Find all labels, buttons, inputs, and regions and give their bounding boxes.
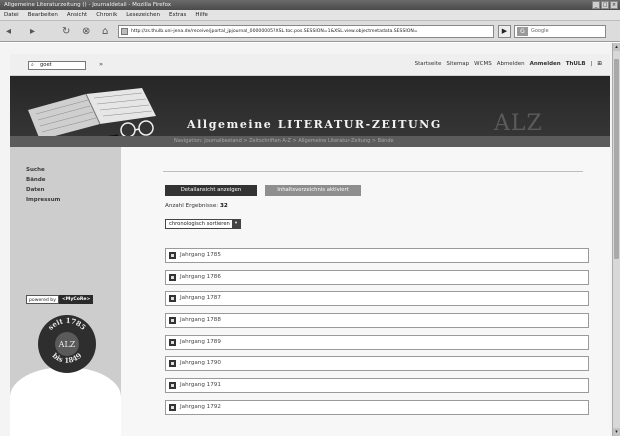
menu-item-chronik[interactable]: Chronik — [96, 10, 117, 20]
sidebar-item-daten[interactable]: Daten — [26, 187, 60, 193]
link-startseite[interactable]: Startseite — [415, 61, 442, 67]
detail-view-button[interactable]: Detailansicht anzeigen — [165, 185, 257, 196]
google-icon: G — [517, 27, 528, 36]
link-thulb[interactable]: ThULB — [566, 61, 586, 67]
sidebar-item-suche[interactable]: Suche — [26, 167, 60, 173]
result-count: Anzahl Ergebnisse: 32 — [165, 203, 228, 209]
top-links: Startseite Sitemap WCMS Abmelden Anmelde… — [415, 61, 602, 67]
link-abmelden[interactable]: Abmelden — [497, 61, 525, 67]
chevron-down-icon: ▾ — [232, 220, 240, 228]
top-links-separator: | — [590, 61, 593, 67]
list-item[interactable]: Jahrgang 1792 — [165, 399, 589, 415]
back-icon[interactable]: ◂ — [6, 25, 11, 38]
list-item[interactable]: Jahrgang 1789 — [165, 334, 589, 350]
sidebar-curve — [10, 367, 121, 436]
forward-icon[interactable]: ▸ — [30, 25, 35, 38]
list-item[interactable]: Jahrgang 1788 — [165, 313, 589, 329]
grid-icon[interactable]: ⊞ — [597, 61, 602, 67]
seal-center-text: ALZ — [58, 340, 76, 349]
sort-select[interactable]: chronologisch sortieren ▾ — [165, 219, 241, 229]
sidebar-item-impressum[interactable]: Impressum — [26, 197, 60, 203]
window-titlebar: Allgemeine Literaturzeitung () - Journal… — [0, 0, 620, 10]
link-anmelden[interactable]: Anmelden — [530, 61, 561, 67]
browser-search-input[interactable]: G Google — [514, 25, 606, 38]
menu-item-extras[interactable]: Extras — [169, 10, 186, 20]
volume-label: Jahrgang 1785 — [180, 252, 221, 258]
document-icon — [169, 382, 176, 390]
site-search-value: goet — [40, 62, 52, 68]
link-wcms[interactable]: WCMS — [474, 61, 492, 67]
powered-by-label: powered by — [26, 295, 59, 304]
scroll-up-arrow-icon[interactable]: ▴ — [613, 43, 620, 51]
navigation-toolbar: ◂ ▸ ↻ ⊗ ⌂ http://zs.thulb.uni-jena.de/re… — [0, 21, 620, 42]
window-title: Allgemeine Literaturzeitung () - Journal… — [4, 2, 172, 8]
site-search-button[interactable]: » — [99, 60, 103, 68]
document-icon — [169, 252, 176, 259]
page-scrollbar[interactable]: ▴ ▾ — [612, 43, 620, 436]
site-container: ⌕ goet » Startseite Sitemap WCMS Abmelde… — [10, 54, 610, 436]
minimize-button[interactable]: _ — [592, 1, 600, 9]
result-count-label: Anzahl Ergebnisse: — [165, 203, 219, 209]
maximize-button[interactable]: □ — [601, 1, 609, 9]
menu-item-lesezeichen[interactable]: Lesezeichen — [126, 10, 160, 20]
link-sitemap[interactable]: Sitemap — [446, 61, 469, 67]
list-item[interactable]: Jahrgang 1787 — [165, 291, 589, 307]
site-search-input[interactable]: ⌕ goet — [28, 61, 86, 70]
powered-by-mycore-badge[interactable]: powered by <MyCoRe> — [26, 295, 110, 304]
result-count-value: 32 — [219, 203, 228, 209]
site-favicon-icon — [121, 28, 128, 35]
list-item[interactable]: Jahrgang 1790 — [165, 356, 589, 372]
alz-seal-logo: seit 1785 bis 1849 ALZ — [38, 315, 96, 373]
reload-icon[interactable]: ↻ — [62, 25, 70, 38]
stop-icon[interactable]: ⊗ — [82, 25, 90, 38]
site-logo-abbrev: ALZ — [494, 111, 543, 136]
list-item[interactable]: Jahrgang 1791 — [165, 378, 589, 394]
scroll-down-arrow-icon[interactable]: ▾ — [613, 428, 620, 436]
page-viewport: ⌕ goet » Startseite Sitemap WCMS Abmelde… — [0, 43, 612, 436]
breadcrumb: Navigation: Journalbestand > Zeitschrift… — [10, 136, 610, 147]
search-icon: ⌕ — [31, 62, 34, 68]
list-item[interactable]: Jahrgang 1785 — [165, 248, 589, 263]
address-url: http://zs.thulb.uni-jena.de/receive/jpor… — [131, 29, 418, 34]
volume-label: Jahrgang 1789 — [180, 338, 221, 345]
address-bar[interactable]: http://zs.thulb.uni-jena.de/receive/jpor… — [118, 25, 494, 38]
document-icon — [169, 403, 176, 411]
home-icon[interactable]: ⌂ — [102, 25, 108, 38]
scrollbar-thumb[interactable] — [614, 59, 619, 259]
menu-item-hilfe[interactable]: Hilfe — [195, 10, 208, 20]
browser-search-placeholder: Google — [531, 28, 549, 34]
site-top-navigation: ⌕ goet » Startseite Sitemap WCMS Abmelde… — [10, 54, 610, 76]
mycore-label: <MyCoRe> — [58, 295, 94, 304]
content-divider — [163, 171, 583, 172]
volume-label: Jahrgang 1787 — [180, 295, 221, 302]
document-icon — [169, 295, 176, 303]
volume-label: Jahrgang 1788 — [180, 317, 221, 324]
volume-list: Jahrgang 1785 Jahrgang 1786 Jahrgang 178… — [165, 248, 589, 422]
go-button[interactable]: ▶ — [498, 25, 511, 38]
main-content: Detailansicht anzeigen Inhaltsverzeichni… — [121, 147, 610, 436]
volume-label: Jahrgang 1792 — [180, 403, 221, 410]
document-icon — [169, 338, 176, 346]
volume-label: Jahrgang 1790 — [180, 360, 221, 367]
document-icon — [169, 317, 176, 325]
site-title: Allgemeine LITERATUR-ZEITUNG — [187, 118, 442, 131]
menu-item-ansicht[interactable]: Ansicht — [67, 10, 87, 20]
toc-activated-button[interactable]: Inhaltsverzeichnis aktiviert — [265, 185, 361, 196]
document-icon — [169, 360, 176, 368]
volume-label: Jahrgang 1791 — [180, 382, 221, 389]
menu-item-datei[interactable]: Datei — [4, 10, 19, 20]
list-item[interactable]: Jahrgang 1786 — [165, 269, 589, 285]
sidebar-item-baende[interactable]: Bände — [26, 177, 60, 183]
window-controls: _ □ × — [592, 1, 618, 9]
sort-select-value: chronologisch sortieren — [169, 221, 230, 227]
document-icon — [169, 273, 176, 281]
sidebar-nav: Suche Bände Daten Impressum — [26, 167, 60, 203]
menu-item-bearbeiten[interactable]: Bearbeiten — [28, 10, 58, 20]
sidebar: Suche Bände Daten Impressum powered by <… — [10, 147, 121, 436]
close-button[interactable]: × — [610, 1, 618, 9]
volume-label: Jahrgang 1786 — [180, 273, 221, 280]
menu-bar: Datei Bearbeiten Ansicht Chronik Lesezei… — [0, 10, 620, 21]
